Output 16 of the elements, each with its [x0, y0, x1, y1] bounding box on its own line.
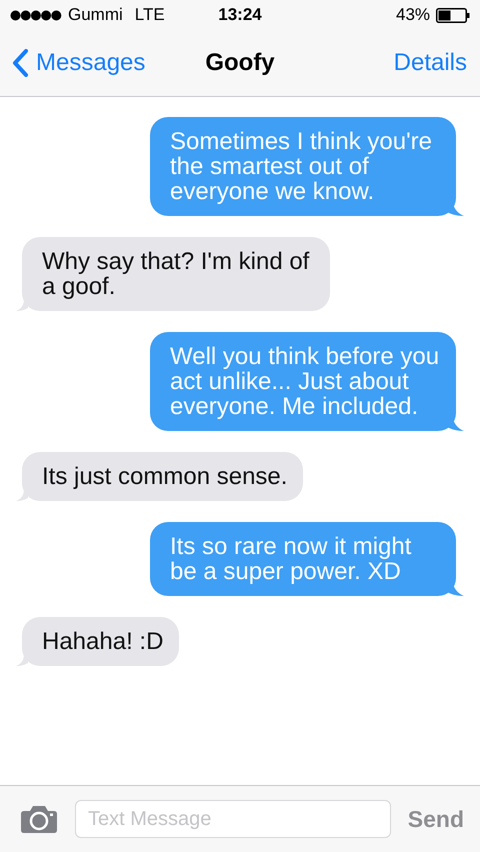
message-input-field[interactable]: Text Message — [75, 800, 391, 838]
send-button[interactable]: Send — [408, 806, 464, 832]
bubble-tail-icon — [16, 299, 28, 311]
clock-time: 13:24 — [218, 5, 262, 25]
bubble-tail-icon — [16, 654, 28, 666]
battery-percent: 43% — [396, 5, 430, 25]
conversation-title: Goofy — [205, 49, 275, 77]
details-link[interactable]: Details — [394, 49, 467, 77]
carrier-name: Gummi — [68, 5, 123, 25]
bubble-tail-icon — [16, 489, 28, 501]
signal-strength-icon — [10, 10, 62, 20]
network-type: LTE — [134, 5, 165, 25]
back-button[interactable]: Messages — [12, 49, 146, 77]
camera-icon[interactable] — [20, 805, 58, 833]
battery-icon — [436, 8, 470, 22]
back-chevron-icon — [12, 49, 28, 77]
